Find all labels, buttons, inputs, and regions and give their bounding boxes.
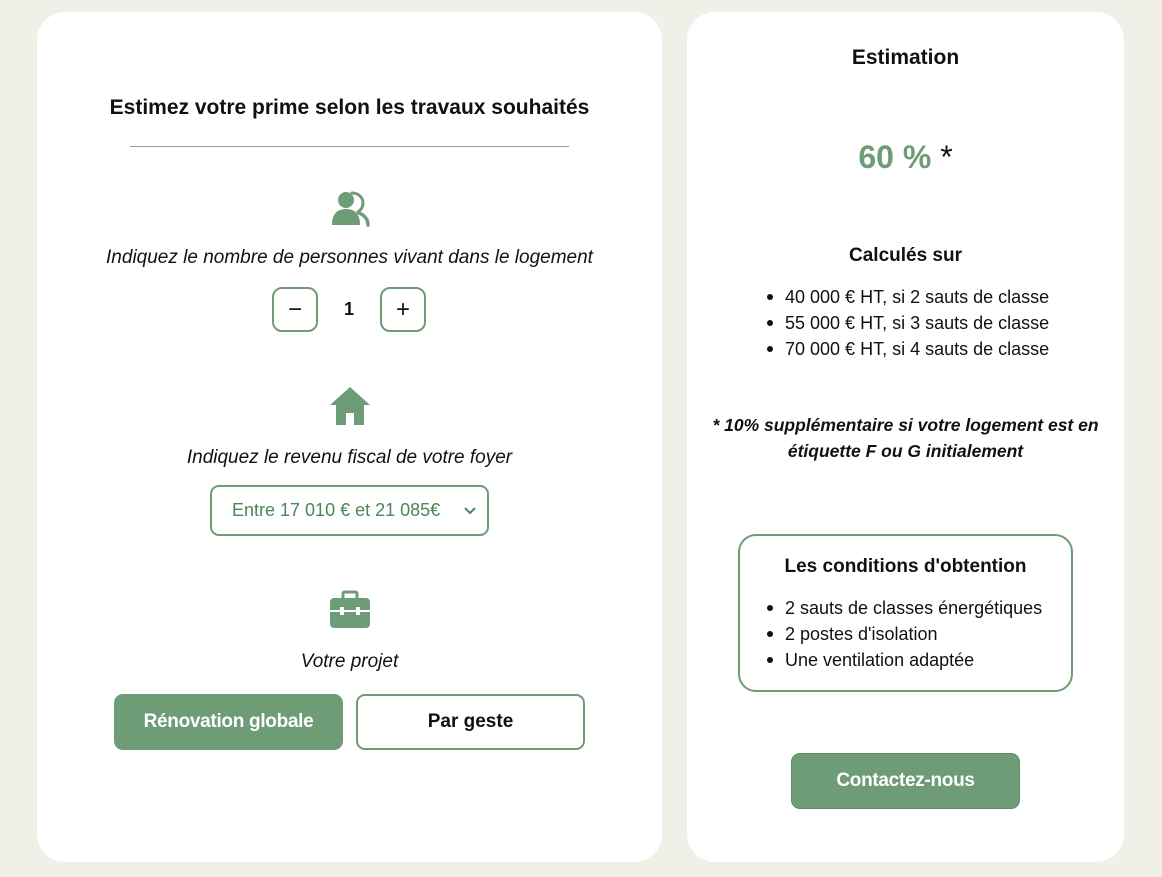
conditions-title: Les conditions d'obtention: [784, 556, 1027, 577]
estimation-percent: 60 % *: [687, 139, 1124, 176]
list-item: 55 000 € HT, si 3 sauts de classe: [767, 310, 1049, 336]
percent-marker: *: [940, 139, 953, 175]
estimation-card: Estimation 60 % * Calculés sur 40 000 € …: [687, 12, 1124, 862]
par-geste-button[interactable]: Par geste: [356, 694, 585, 750]
computed-on-list: 40 000 € HT, si 2 sauts de classe 55 000…: [767, 284, 1049, 362]
computed-on-title: Calculés sur: [849, 245, 962, 266]
briefcase-icon: [328, 588, 372, 632]
list-item: Une ventilation adaptée: [767, 647, 1042, 673]
percent-value: 60 %: [858, 139, 932, 175]
decrement-button[interactable]: −: [272, 287, 318, 332]
income-label: Indiquez le revenu fiscal de votre foyer: [186, 447, 513, 468]
bonus-note: * 10% supplémentaire si votre logement e…: [712, 415, 1099, 461]
list-item: 2 sauts de classes énergétiques: [767, 595, 1042, 621]
contact-button[interactable]: Contactez-nous: [791, 753, 1020, 809]
household-size-stepper: − 1 +: [272, 287, 427, 332]
house-icon: [328, 384, 372, 428]
income-select[interactable]: Entre 17 010 € et 21 085€: [210, 485, 489, 536]
conditions-box: Les conditions d'obtention 2 sauts de cl…: [738, 534, 1073, 692]
project-label: Votre projet: [300, 651, 399, 672]
chevron-down-icon: [464, 507, 476, 515]
household-size-value: 1: [343, 299, 354, 319]
household-size-label: Indiquez le nombre de personnes vivant d…: [106, 247, 593, 268]
income-selected-value: Entre 17 010 € et 21 085€: [232, 500, 441, 520]
list-item: 2 postes d'isolation: [767, 621, 1042, 647]
increment-button[interactable]: +: [380, 287, 426, 332]
form-title: Estimez votre prime selon les travaux so…: [109, 96, 590, 119]
title-divider: [130, 146, 569, 147]
renovation-globale-button[interactable]: Rénovation globale: [114, 694, 343, 750]
conditions-list: 2 sauts de classes énergétiques 2 postes…: [767, 595, 1042, 673]
users-icon: [328, 187, 372, 231]
estimation-title: Estimation: [851, 46, 960, 69]
list-item: 40 000 € HT, si 2 sauts de classe: [767, 284, 1049, 310]
list-item: 70 000 € HT, si 4 sauts de classe: [767, 336, 1049, 362]
estimate-form-card: Estimez votre prime selon les travaux so…: [37, 12, 662, 862]
